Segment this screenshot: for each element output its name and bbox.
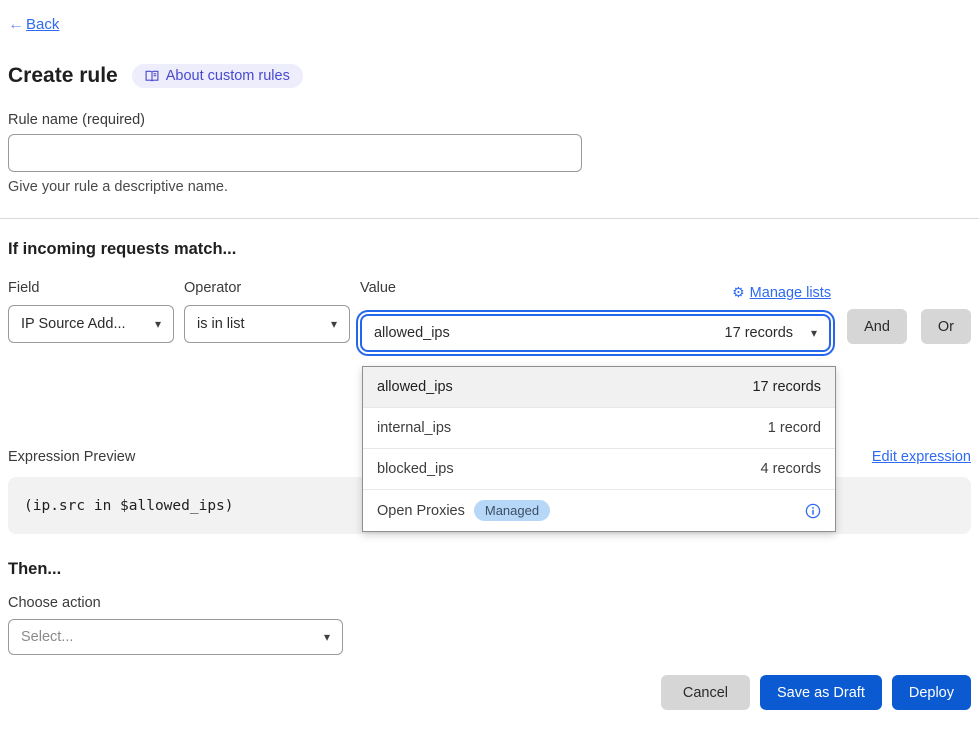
expression-code: (ip.src in $allowed_ips) (24, 498, 234, 514)
list-item-count: 1 record (768, 420, 821, 436)
list-item-name: Open Proxies (377, 503, 465, 519)
operator-label: Operator (184, 280, 350, 296)
field-select-value: IP Source Add... (21, 316, 126, 332)
rule-name-input[interactable] (8, 134, 582, 172)
create-rule-page: ←Back Create rule About custom rules Rul… (0, 0, 979, 739)
section-divider (0, 218, 979, 219)
operator-select[interactable]: is in list ▾ (184, 305, 350, 343)
gear-icon: ⚙ (732, 284, 745, 301)
edit-expression-link[interactable]: Edit expression (872, 449, 971, 465)
choose-action-label: Choose action (8, 595, 971, 611)
expression-preview-label: Expression Preview (8, 449, 135, 465)
chevron-down-icon: ▾ (323, 317, 337, 331)
then-heading: Then... (8, 560, 971, 579)
condition-row: Field IP Source Add... ▾ Operator is in … (8, 280, 971, 352)
managed-badge: Managed (474, 500, 550, 521)
action-select[interactable]: Select... ▾ (8, 619, 343, 655)
title-row: Create rule About custom rules (8, 64, 971, 88)
list-item-name: internal_ips (377, 420, 451, 436)
rule-name-label: Rule name (required) (8, 112, 971, 128)
chevron-down-icon: ▾ (803, 326, 817, 340)
and-button[interactable]: And (847, 309, 907, 344)
value-select-name: allowed_ips (374, 325, 450, 341)
list-item[interactable]: allowed_ips 17 records (363, 367, 835, 408)
list-item-name: blocked_ips (377, 461, 454, 477)
list-item-count: 17 records (752, 379, 821, 395)
list-item-name: allowed_ips (377, 379, 453, 395)
value-column: Value ⚙ Manage lists allowed_ips 17 reco… (360, 280, 831, 352)
list-item[interactable]: Open Proxies Managed (363, 490, 835, 531)
field-select[interactable]: IP Source Add... ▾ (8, 305, 174, 343)
footer-actions: Cancel Save as Draft Deploy (8, 675, 971, 710)
about-custom-rules-badge[interactable]: About custom rules (132, 64, 303, 88)
or-button[interactable]: Or (921, 309, 971, 344)
back-link[interactable]: Back (26, 16, 59, 33)
manage-lists-link[interactable]: ⚙ Manage lists (732, 284, 831, 301)
manage-lists-label: Manage lists (750, 285, 831, 301)
value-label: Value (360, 280, 396, 296)
rule-name-helper-text: Give your rule a descriptive name. (8, 179, 971, 195)
field-column: Field IP Source Add... ▾ (8, 280, 174, 343)
chevron-down-icon: ▾ (147, 317, 161, 331)
field-label: Field (8, 280, 174, 296)
about-badge-label: About custom rules (166, 68, 290, 84)
deploy-button[interactable]: Deploy (892, 675, 971, 710)
info-icon[interactable] (805, 503, 821, 519)
book-icon (145, 70, 159, 83)
list-item-count: 4 records (761, 461, 821, 477)
list-item[interactable]: internal_ips 1 record (363, 408, 835, 449)
logic-buttons: And Or (847, 309, 971, 344)
match-section-heading: If incoming requests match... (8, 240, 971, 259)
cancel-button[interactable]: Cancel (661, 675, 750, 710)
value-dropdown-menu: allowed_ips 17 records internal_ips 1 re… (362, 366, 836, 532)
operator-select-value: is in list (197, 316, 245, 332)
back-arrow-icon: ← (8, 16, 24, 33)
value-label-row: Value ⚙ Manage lists (360, 280, 831, 305)
page-title: Create rule (8, 64, 118, 88)
save-as-draft-button[interactable]: Save as Draft (760, 675, 882, 710)
operator-column: Operator is in list ▾ (184, 280, 350, 343)
back-row: ←Back (8, 0, 971, 34)
value-select[interactable]: allowed_ips 17 records ▾ (360, 314, 831, 352)
value-select-record-count: 17 records (725, 325, 794, 341)
action-select-placeholder: Select... (21, 629, 73, 645)
chevron-down-icon: ▾ (316, 630, 330, 644)
list-item[interactable]: blocked_ips 4 records (363, 449, 835, 490)
